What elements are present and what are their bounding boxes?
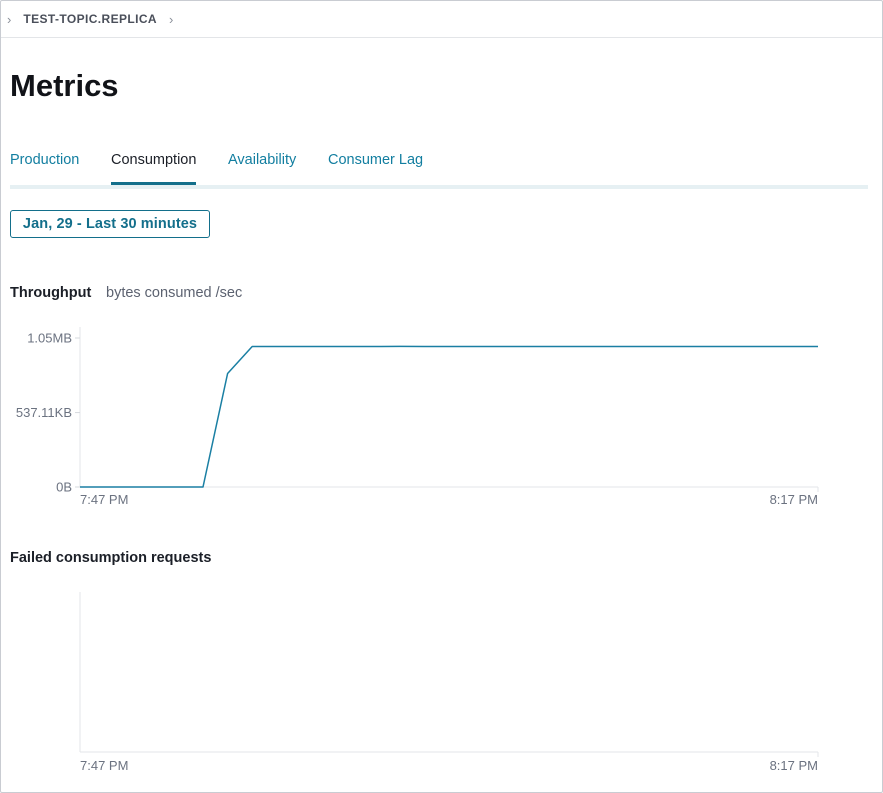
charts-canvas: 1.05MB 537.11KB 0B 7:47 PM 8:17 PM 7:47 PM 8:1… [16, 327, 819, 773]
throughput-y-tick-label: 1.05MB [27, 331, 72, 346]
throughput-x-tick-label: 8:17 PM [770, 492, 818, 507]
throughput-x-tick-label: 7:47 PM [80, 492, 128, 507]
throughput-series-line [80, 345, 818, 488]
throughput-y-tick-label: 537.11KB [16, 405, 72, 420]
failed-x-tick-label: 7:47 PM [80, 758, 128, 773]
failed-x-tick-label: 8:17 PM [770, 758, 818, 773]
throughput-y-tick-label: 0B [56, 480, 72, 495]
